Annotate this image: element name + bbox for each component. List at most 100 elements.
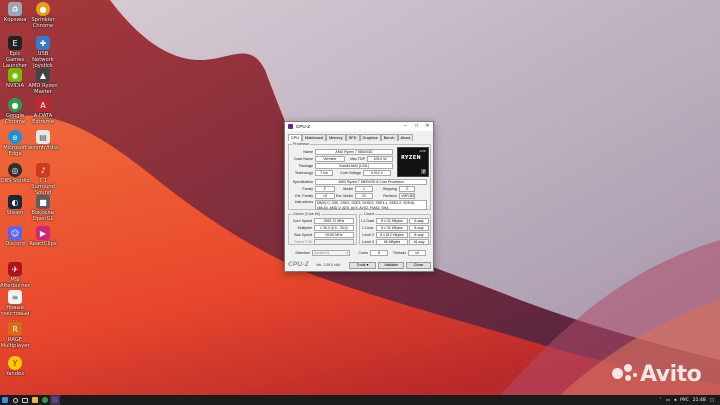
chevron-up-icon[interactable]: ˄ <box>659 398 661 403</box>
desktop-icon-steam[interactable]: ◐ Steam <box>0 195 30 216</box>
desktop-icon-amd-ryzen-master[interactable]: ▲ AMD Ryzen Master <box>28 68 58 95</box>
network-icon[interactable]: ▭ <box>666 398 670 403</box>
obs-icon: ◎ <box>8 163 22 177</box>
tab-about[interactable]: About <box>397 134 414 141</box>
desktop-icon-winmtr[interactable]: ▤ winmtr/tdsc <box>28 130 59 151</box>
processor-section-title: Processor <box>292 142 311 146</box>
instructions-line-1: MMX(+), SSE, SSE2, SSE3, SSSE3, SSE4.1, … <box>317 201 416 205</box>
extfamily-value: 19 <box>315 193 335 199</box>
tab-bench[interactable]: Bench <box>380 134 398 141</box>
model-value: 1 <box>355 186 373 192</box>
search-icon <box>12 397 18 403</box>
notifications-icon[interactable]: ▢ <box>710 398 714 403</box>
taskbar-chrome[interactable] <box>40 395 50 405</box>
tab-graphics[interactable]: Graphics <box>359 134 381 141</box>
chrome-icon: ● <box>36 2 50 16</box>
l1d-label: L1 Data <box>361 219 374 223</box>
taskbar-cpuz[interactable] <box>50 395 60 405</box>
cpuz-app-icon <box>288 124 293 129</box>
amd-icon: ▲ <box>36 68 50 82</box>
desktop-icon-rage-multiplayer[interactable]: R RAGE Multiplayer <box>0 322 30 349</box>
ratedfsb-value <box>314 239 354 245</box>
voltage-value: 0.912 V <box>363 170 391 176</box>
extmodel-value: 21 <box>355 193 373 199</box>
avito-watermark: Avito <box>612 362 702 387</box>
package-label: Package <box>299 164 313 168</box>
volume-icon[interactable]: ◂ <box>674 398 676 403</box>
name-value: AMD Ryzen 7 5800X3D <box>315 149 393 155</box>
l1d-way-value: 8-way <box>409 218 429 224</box>
tab-spd[interactable]: SPD <box>345 134 360 141</box>
codename-value: Vermeer <box>315 156 345 162</box>
windows-icon <box>2 397 8 403</box>
instructions-line-2: x86-64, AMD-V, AES, AVX, AVX2, FMA3, SHA <box>317 205 389 210</box>
cpuz-window: CPU-Z – □ ✕ CPU Mainboard Memory SPD Gra… <box>284 121 434 272</box>
nvidia-icon: ◉ <box>8 68 22 82</box>
desktop-icon-surround-sound[interactable]: ♪ 7.1 Surround Sound <box>28 163 58 196</box>
desktop-icon-msi-afterburner[interactable]: ✈ MSI Afterburner <box>0 262 30 289</box>
close-window-button[interactable]: ✕ <box>422 122 433 131</box>
selection-label: Selection <box>295 251 310 255</box>
cache-section-title: Cache <box>363 212 376 216</box>
desktop-icon-nvidia[interactable]: ◉ NVIDIA <box>0 68 30 89</box>
task-view-button[interactable] <box>20 395 30 405</box>
extmodel-label: Ext. Model <box>336 194 353 198</box>
l2-value: 8 x 512 KBytes <box>376 232 408 238</box>
tab-cpu[interactable]: CPU <box>288 134 303 141</box>
yandex-icon: Y <box>8 356 22 370</box>
version-text: Ver. 2.09.0.x64 <box>316 263 340 267</box>
instructions-value: MMX(+), SSE, SSE2, SSE3, SSSE3, SSE4.1, … <box>315 200 427 210</box>
clocks-section-title: Clocks (Core #0) <box>292 212 321 216</box>
maxtdp-value: 105.0 W <box>367 156 393 162</box>
cpuz-app-icon <box>52 397 58 403</box>
l3-value: 96 MBytes <box>376 239 408 245</box>
tab-mainboard[interactable]: Mainboard <box>302 134 326 141</box>
recycle-bin-icon: ♻ <box>8 2 22 16</box>
folder-icon <box>32 397 38 403</box>
tools-button-label: Tools <box>356 263 366 267</box>
desktop-icon-edge[interactable]: e Microsoft Edge <box>0 130 30 157</box>
multiplier-value: x 36.0 (5.5 - 34.0) <box>314 225 354 231</box>
desktop-icon-sprinkler-chrome[interactable]: ● Sprinkler Chrome <box>28 2 58 29</box>
desktop-icon-reactclips[interactable]: ▶ ReactClips <box>28 226 58 247</box>
epic-games-icon: E <box>8 36 22 50</box>
tab-memory[interactable]: Memory <box>325 134 346 141</box>
selection-dropdown[interactable]: Socket #1 ▾ <box>312 250 350 256</box>
desktop-icon-discord[interactable]: ☺ Discord <box>0 226 30 247</box>
validate-button[interactable]: Validate <box>378 262 404 269</box>
instructions-label: Instructions <box>294 200 313 204</box>
cores-value: 8 <box>370 250 388 256</box>
desktop-icon-google-chrome[interactable]: ● Google Chrome <box>0 98 30 125</box>
desktop-icon-yandex[interactable]: Y Yandex <box>0 356 30 377</box>
close-button[interactable]: Close <box>406 262 431 269</box>
desktop-icon-obs[interactable]: ◎ OBS Studio <box>0 163 30 184</box>
desktop-icon-new-text-file[interactable]: ≡ Новый текстовый ... <box>0 290 30 323</box>
revision-label: Revision <box>383 194 397 198</box>
language-indicator[interactable]: РУС <box>680 398 689 403</box>
start-button[interactable] <box>0 395 10 405</box>
clock[interactable]: 21:48 <box>693 398 706 403</box>
tools-button[interactable]: Tools ▾ <box>349 262 376 269</box>
busspeed-label: Bus Speed <box>294 233 312 237</box>
rage-icon: R <box>8 322 22 336</box>
steam-icon: ◐ <box>8 195 22 209</box>
system-tray: ˄ ▭ ◂ РУС 21:48 ▢ <box>659 395 714 405</box>
taskbar: ˄ ▭ ◂ РУС 21:48 ▢ <box>0 395 720 405</box>
search-button[interactable] <box>10 395 20 405</box>
desktop-icon-usb-joystick[interactable]: ✚ USB Network Joystick <box>28 36 58 69</box>
desktop-icon-opengl[interactable]: ■ Вокселы OpenGL <box>28 195 58 222</box>
voltage-label: Core Voltage <box>340 171 361 175</box>
model-label: Model <box>343 187 353 191</box>
taskbar-file-explorer[interactable] <box>30 395 40 405</box>
desktop-icon-adata[interactable]: A A-DATA Extreme <box>28 98 58 125</box>
chevron-down-icon: ▾ <box>366 263 369 267</box>
title-bar[interactable]: CPU-Z – □ ✕ <box>285 122 433 131</box>
clocks-panel: Clocks (Core #0) Core Speed 3392.72 MHz … <box>288 212 357 245</box>
revision-value: VMR-B2 <box>399 193 415 199</box>
maximize-button[interactable]: □ <box>411 122 422 131</box>
avito-watermark-text: Avito <box>640 362 702 387</box>
desktop-icon-epic-games[interactable]: E Epic Games Launcher <box>0 36 30 69</box>
technology-label: Technology <box>294 171 313 175</box>
desktop-icon-recycle-bin[interactable]: ♻ Корзина <box>0 2 30 23</box>
minimize-button[interactable]: – <box>400 122 411 131</box>
